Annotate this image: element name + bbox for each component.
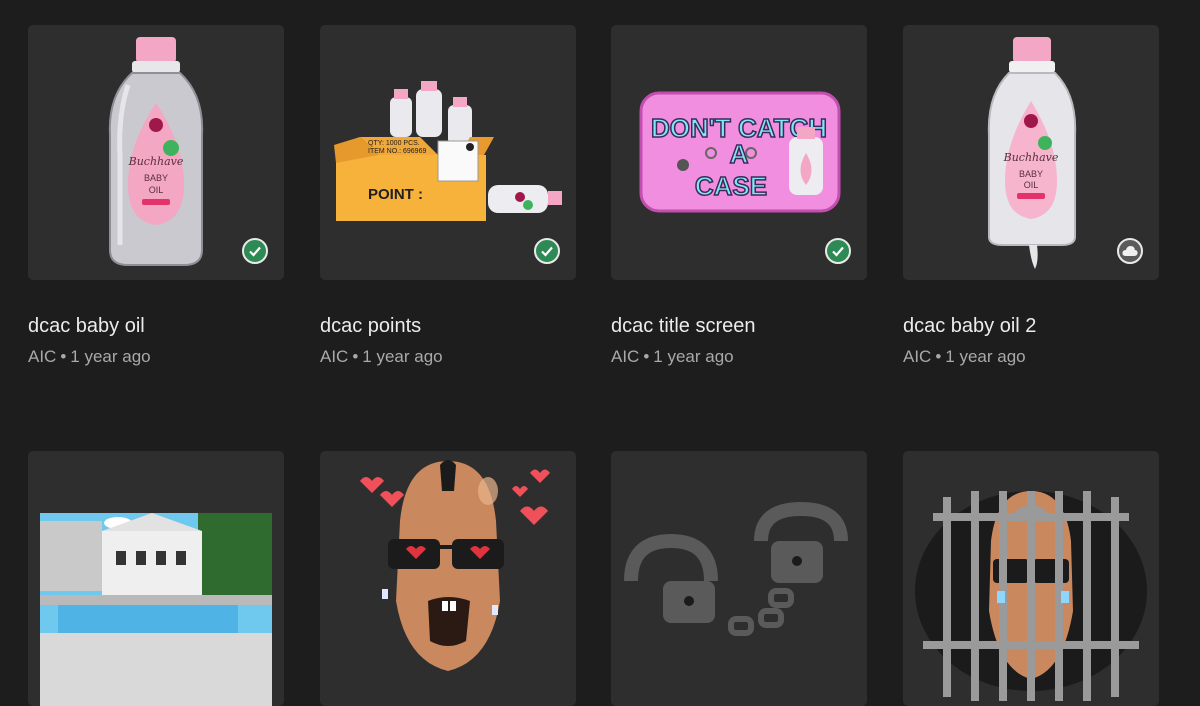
project-card[interactable]: QTY: 1000 PCS. ITEM NO.: 696969 POINT : … xyxy=(320,25,576,366)
project-thumbnail[interactable] xyxy=(28,451,284,706)
project-card[interactable] xyxy=(320,451,576,706)
project-meta: AIC • 1 year ago xyxy=(611,347,734,367)
project-thumbnail[interactable] xyxy=(611,451,867,706)
svg-text:OIL: OIL xyxy=(1024,180,1039,190)
project-author: AIC xyxy=(903,347,932,366)
project-author: AIC xyxy=(28,347,57,366)
project-author: AIC xyxy=(611,347,640,366)
project-meta: AIC • 1 year ago xyxy=(28,347,151,367)
synced-status-icon xyxy=(825,238,851,264)
love-face-art xyxy=(360,460,550,671)
project-card[interactable] xyxy=(611,451,867,706)
svg-text:BABY: BABY xyxy=(144,173,168,183)
project-title[interactable]: dcac points xyxy=(320,315,421,338)
meta-separator: • xyxy=(60,347,67,366)
svg-text:Buchhave: Buchhave xyxy=(128,155,184,168)
project-thumbnail[interactable]: DON'T CATCH A CASE xyxy=(611,25,867,280)
svg-text:POINT :: POINT : xyxy=(368,186,423,203)
synced-status-icon xyxy=(534,238,560,264)
project-thumbnail[interactable] xyxy=(320,451,576,706)
project-time: 1 year ago xyxy=(653,347,734,366)
svg-text:Buchhave: Buchhave xyxy=(1003,151,1059,164)
svg-text:OIL: OIL xyxy=(149,185,164,195)
meta-separator: • xyxy=(935,347,942,366)
project-card[interactable]: Buchhave BABY OIL dcac baby oil 2 AIC • 1 … xyxy=(903,25,1159,366)
project-card[interactable]: DON'T CATCH A CASE dcac title screen AIC… xyxy=(611,25,867,366)
project-thumbnail[interactable]: QTY: 1000 PCS. ITEM NO.: 696969 POINT : xyxy=(320,25,576,280)
mansion-art xyxy=(40,513,272,706)
project-time: 1 year ago xyxy=(945,347,1026,366)
cloud-status-icon xyxy=(1117,238,1143,264)
project-card[interactable] xyxy=(28,451,284,706)
svg-text:CASE: CASE xyxy=(695,171,767,201)
project-card[interactable] xyxy=(903,451,1159,706)
svg-text:QTY: 1000 PCS.: QTY: 1000 PCS. xyxy=(368,140,420,147)
synced-status-icon xyxy=(242,238,268,264)
project-title[interactable]: dcac title screen xyxy=(611,315,756,338)
project-grid: Buchhave BABY OIL dcac baby oil AIC • 1 ye… xyxy=(0,0,1200,706)
project-meta: AIC • 1 year ago xyxy=(903,347,1026,367)
project-time: 1 year ago xyxy=(70,347,151,366)
project-author: AIC xyxy=(320,347,349,366)
jail-art xyxy=(915,491,1147,701)
project-card[interactable]: Buchhave BABY OIL dcac baby oil AIC • 1 ye… xyxy=(28,25,284,366)
project-meta: AIC • 1 year ago xyxy=(320,347,443,367)
svg-text:ITEM NO.: 696969: ITEM NO.: 696969 xyxy=(368,148,426,155)
project-title[interactable]: dcac baby oil xyxy=(28,315,145,338)
meta-separator: • xyxy=(643,347,650,366)
project-title[interactable]: dcac baby oil 2 xyxy=(903,315,1036,338)
project-thumbnail[interactable] xyxy=(903,451,1159,706)
project-thumbnail[interactable]: Buchhave BABY OIL xyxy=(903,25,1159,280)
meta-separator: • xyxy=(352,347,359,366)
project-time: 1 year ago xyxy=(362,347,443,366)
project-thumbnail[interactable]: Buchhave BABY OIL xyxy=(28,25,284,280)
svg-text:BABY: BABY xyxy=(1019,169,1043,179)
handcuffs-art xyxy=(624,501,848,636)
